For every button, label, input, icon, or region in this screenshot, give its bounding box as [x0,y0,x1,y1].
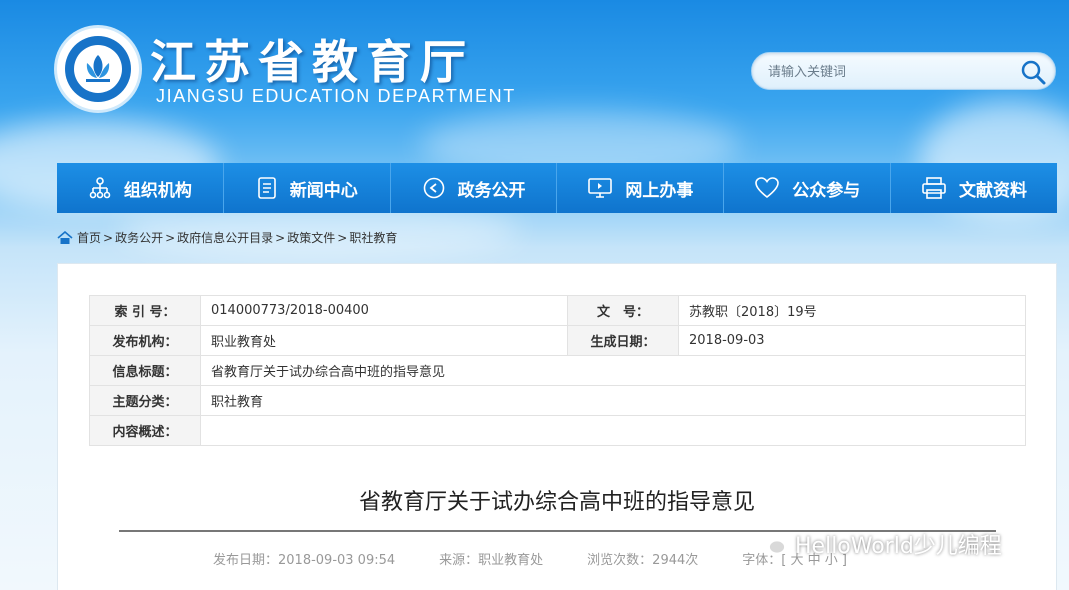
nav-item-literature[interactable]: 文献资料 [891,163,1057,213]
nav-label: 组织机构 [123,180,192,201]
breadcrumb-policy-documents[interactable]: 政策文件 [287,229,335,246]
nav-label: 公众参与 [792,180,861,201]
monitor-icon [588,178,613,198]
breadcrumb-info-directory[interactable]: 政府信息公开目录 [177,229,273,246]
table-row: 索 引 号： 014000773/2018-00400 文 号： 苏教职〔201… [89,295,1026,326]
docno-value: 苏教职〔2018〕19号 [678,295,1026,326]
category-label: 主题分类： [89,385,201,416]
nav-item-news[interactable]: 新闻中心 [224,163,391,213]
publish-date: 发布日期：2018-09-03 09:54 [213,553,396,568]
index-value: 014000773/2018-00400 [200,295,568,326]
search-box [751,52,1056,90]
nav-label: 新闻中心 [289,180,358,201]
document-meta-table: 索 引 号： 014000773/2018-00400 文 号： 苏教职〔201… [89,295,1026,446]
breadcrumb-home[interactable]: 首页 [77,229,101,246]
nav-label: 政务公开 [457,180,526,201]
index-label: 索 引 号： [89,295,201,326]
article-title: 省教育厅关于试办综合高中班的指导意见 [358,490,755,515]
site-logo[interactable] [57,28,139,110]
breadcrumb-vocational-education[interactable]: 职社教育 [349,229,397,246]
date-value: 2018-09-03 [678,325,1026,356]
publisher-value: 职业教育处 [200,325,568,356]
nav-item-online-services[interactable]: 网上办事 [557,163,725,213]
document-icon [257,177,276,199]
heart-icon [755,177,780,199]
watermark: HelloWorld少儿编程 [757,528,1002,560]
nav-item-public-participation[interactable]: 公众参与 [724,163,892,213]
table-row: 内容概述： [89,415,1026,446]
nav-item-organization[interactable]: 组织机构 [57,163,224,213]
search-icon[interactable] [1019,58,1047,86]
logo-emblem-icon [86,55,110,82]
play-circle-icon [423,177,444,199]
printer-icon [922,177,946,199]
summary-value [200,415,1026,446]
org-chart-icon [89,177,111,199]
site-subtitle: JIANGSU EDUCATION DEPARTMENT [156,86,516,106]
breadcrumb-separator: > [103,230,114,245]
publisher-label: 发布机构： [89,325,201,356]
wechat-icon [757,533,786,555]
breadcrumb-government-affairs[interactable]: 政务公开 [115,229,163,246]
site-title: 江苏省教育厅 [150,35,474,89]
docno-label: 文 号： [567,295,679,326]
category-value: 职社教育 [200,385,1026,416]
search-input[interactable] [768,61,1008,83]
breadcrumb-separator: > [275,230,286,245]
article-info-bar: 发布日期：2018-09-03 09:54 来源：职业教育处 浏览次数：2944… [213,549,847,568]
summary-label: 内容概述： [89,415,201,446]
home-icon [57,230,73,244]
watermark-text: HelloWorld少儿编程 [795,534,1002,559]
nav-label: 网上办事 [625,180,694,201]
breadcrumb-separator: > [337,230,348,245]
breadcrumb-separator: > [165,230,176,245]
nav-item-government-affairs[interactable]: 政务公开 [391,163,558,213]
view-count: 浏览次数：2944次 [587,553,699,568]
table-row: 主题分类： 职社教育 [89,385,1026,416]
main-nav: 组织机构 新闻中心 政务公开 网上办事 公众参与 文献资料 [57,163,1057,213]
title-label: 信息标题： [89,355,201,386]
nav-label: 文献资料 [959,180,1028,201]
date-label: 生成日期： [567,325,679,356]
table-row: 发布机构： 职业教育处 生成日期： 2018-09-03 [89,325,1026,356]
table-row: 信息标题： 省教育厅关于试办综合高中班的指导意见 [89,355,1026,386]
title-value: 省教育厅关于试办综合高中班的指导意见 [200,355,1026,386]
source: 来源：职业教育处 [439,553,544,568]
breadcrumb: 首页 > 政务公开 > 政府信息公开目录 > 政策文件 > 职社教育 [57,229,397,246]
